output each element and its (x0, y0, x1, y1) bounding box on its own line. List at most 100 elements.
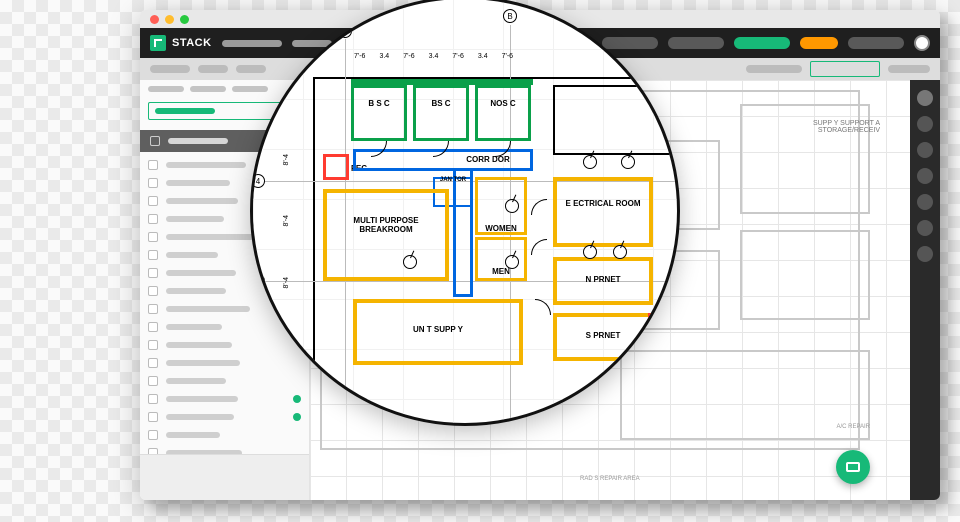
sidebar-item-label (166, 252, 218, 258)
dimension-label: 7'-6 (496, 53, 519, 60)
toolbar-pill-primary[interactable] (734, 37, 790, 49)
rail-tool-icon[interactable] (917, 90, 933, 106)
sub-toolbar-item[interactable] (746, 65, 802, 73)
room-label: MULTI PURPOSE BREAKROOM (333, 217, 439, 235)
sidebar-item-label (166, 378, 226, 384)
dimension-label: 3.4 (423, 53, 445, 60)
room-label: NOS C (475, 99, 531, 108)
rail-tool-icon[interactable] (917, 116, 933, 132)
blueprint-room-label: SUPP Y SUPPORT A STORAGE/RECEIV (770, 120, 880, 134)
blueprint-room-label: A/C REPAIR (836, 424, 870, 430)
sub-toolbar-action[interactable] (810, 61, 880, 77)
rail-tool-icon[interactable] (917, 142, 933, 158)
grid-bubble: 5 (251, 274, 265, 288)
checkbox-icon[interactable] (148, 358, 158, 368)
sub-toolbar-item[interactable] (150, 65, 190, 73)
chat-icon (846, 462, 860, 472)
checkbox-icon[interactable] (148, 196, 158, 206)
rail-tool-icon[interactable] (917, 220, 933, 236)
room-bsc-2 (413, 85, 469, 141)
checkbox-icon[interactable] (148, 214, 158, 224)
checkbox-icon[interactable] (148, 232, 158, 242)
room-multipurpose (323, 189, 449, 281)
sub-toolbar-item[interactable] (198, 65, 228, 73)
rail-tool-icon[interactable] (917, 168, 933, 184)
checkbox-icon[interactable] (148, 412, 158, 422)
room-label: BS C (413, 99, 469, 108)
checkbox-icon[interactable] (148, 340, 158, 350)
dimension-label: 7'-6 (397, 53, 420, 60)
brand-text: STACK (172, 37, 212, 49)
grid-bubble: A (338, 24, 352, 38)
sidebar-item-label (166, 234, 256, 240)
checkbox-icon[interactable] (148, 322, 158, 332)
checkbox-icon[interactable] (148, 430, 158, 440)
dimension-label: 8'-4 (283, 154, 290, 165)
dimension-label: 7'-6 (446, 53, 469, 60)
sidebar-item-label (166, 288, 226, 294)
sidebar-item-label (166, 432, 220, 438)
sidebar-item-label (166, 360, 240, 366)
checkbox-icon[interactable] (148, 394, 158, 404)
room-label: B S C (351, 99, 407, 108)
magnifier-lens: 4 5 A B 7'-63.47'-63.47'-63.47'-6 8'-48'… (250, 0, 680, 426)
brand-logo-icon (150, 35, 166, 51)
room-label: E ECTRICAL ROOM (553, 199, 653, 208)
room-label: CORR DOR (453, 155, 523, 164)
right-rail (910, 80, 940, 500)
room-bsc-1 (351, 85, 407, 141)
status-dot-icon (293, 431, 301, 439)
brand[interactable]: STACK (150, 35, 212, 51)
sidebar-footer (140, 454, 309, 500)
room-label: UN T SUPP Y (353, 325, 523, 334)
sidebar-item-label (166, 396, 238, 402)
checkbox-icon[interactable] (148, 250, 158, 260)
room-label: MEN (475, 267, 527, 276)
sidebar-list-item[interactable] (148, 444, 301, 454)
window-zoom-icon[interactable] (180, 15, 189, 24)
dimension-label: 8'-4 (283, 215, 290, 226)
room-electrical (553, 177, 653, 247)
rail-tool-icon[interactable] (917, 246, 933, 262)
sidebar-tab[interactable] (148, 86, 184, 92)
fab-button[interactable] (836, 450, 870, 484)
sidebar-item-label (166, 180, 230, 186)
grid-bubble: 4 (251, 174, 265, 188)
checkbox-icon[interactable] (150, 136, 160, 146)
checkbox-icon[interactable] (148, 268, 158, 278)
room-nosc (475, 85, 531, 141)
sidebar-item-label (166, 414, 234, 420)
grid-bubble: B (503, 9, 517, 23)
dimension-label: 3.4 (472, 53, 494, 60)
sidebar-tab[interactable] (190, 86, 226, 92)
sidebar-item-label (166, 162, 246, 168)
checkbox-icon[interactable] (148, 286, 158, 296)
checkbox-icon[interactable] (148, 304, 158, 314)
room-label: WOMEN (475, 224, 527, 233)
checkbox-icon[interactable] (148, 178, 158, 188)
toolbar-pill[interactable] (848, 37, 904, 49)
user-avatar-icon[interactable] (914, 35, 930, 51)
window-minimize-icon[interactable] (165, 15, 174, 24)
rail-tool-icon[interactable] (917, 194, 933, 210)
sidebar-item-label (166, 270, 236, 276)
dimension-label: 8'-4 (283, 277, 290, 288)
dimension-label: 7'-6 (348, 53, 371, 60)
room-label: S PRNET (553, 331, 653, 340)
checkbox-icon[interactable] (148, 376, 158, 386)
room-label: N PRNET (553, 275, 653, 284)
sidebar-item-label (166, 216, 224, 222)
toolbar-pill-alert[interactable] (800, 37, 838, 49)
room-fec (323, 154, 349, 180)
checkbox-icon[interactable] (148, 160, 158, 170)
blueprint-room-label: RAD S REPAIR AREA (580, 476, 640, 482)
sidebar-item-label (166, 306, 250, 312)
sub-toolbar-item[interactable] (888, 65, 930, 73)
sidebar-item-label (166, 198, 238, 204)
window-close-icon[interactable] (150, 15, 159, 24)
dimension-label: 3.4 (373, 53, 395, 60)
sidebar-item-label (166, 342, 232, 348)
sidebar-list-item[interactable] (148, 426, 301, 444)
room-label: JAN TOR (431, 177, 475, 183)
sidebar-item-label (166, 324, 222, 330)
